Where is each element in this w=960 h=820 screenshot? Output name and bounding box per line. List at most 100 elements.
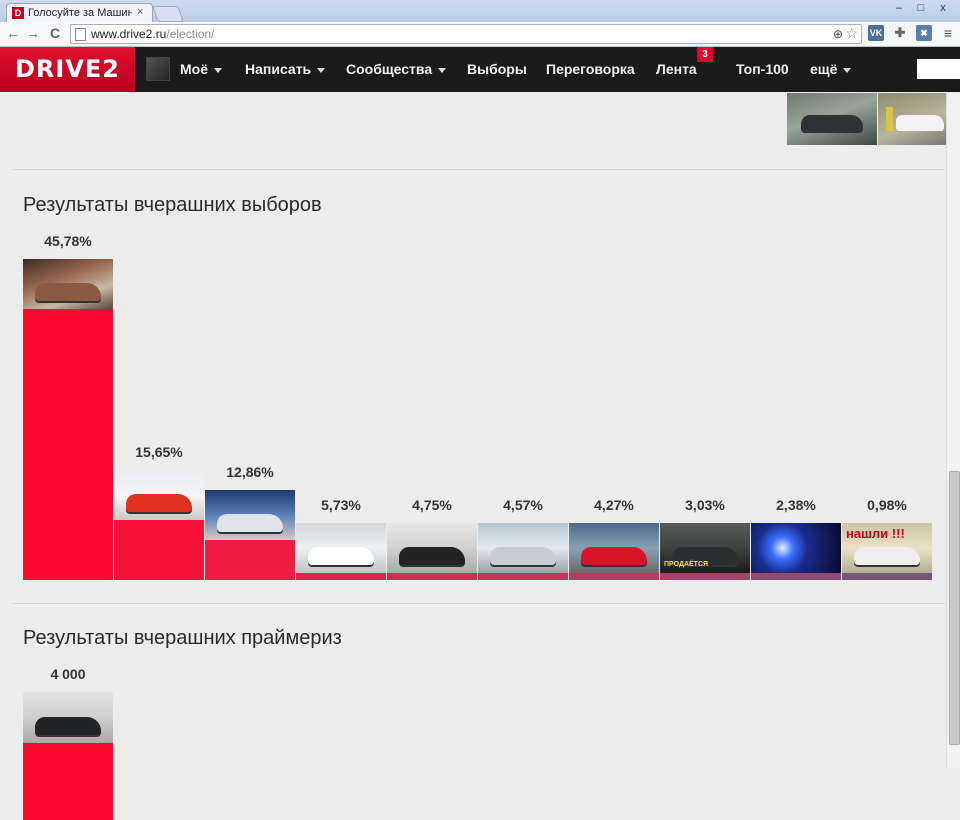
election-results-title: Результаты вчерашних выборов (23, 194, 322, 216)
nav-item-label: ещё (810, 61, 838, 77)
bar-fill (387, 573, 477, 580)
page-scrollbar[interactable] (946, 93, 960, 768)
feed-notification-badge: 3 (697, 47, 713, 62)
back-arrow-icon[interactable]: ← (6, 25, 20, 41)
bar-fill (478, 573, 568, 580)
nav-item-label: Переговорка (546, 61, 635, 77)
car-photo-thumbnail[interactable] (23, 259, 113, 309)
car-photo-thumbnail[interactable] (114, 470, 204, 521)
zoom-icon[interactable]: ⊕ (833, 25, 843, 43)
maximize-button[interactable]: □ (910, 2, 932, 14)
car-shape (35, 717, 101, 735)
nav-item-more[interactable]: ещё (810, 47, 852, 92)
nav-item-write[interactable]: Написать (245, 47, 326, 92)
nav-item-label: Моё (180, 61, 208, 77)
car-photo-thumbnail[interactable] (787, 93, 877, 145)
scrollbar-thumb[interactable] (949, 471, 960, 745)
car-photo-thumbnail[interactable]: ПРОДАЁТСЯ (660, 523, 750, 573)
section-divider (13, 603, 945, 604)
bar-fill (205, 539, 295, 580)
car-shape (308, 547, 374, 565)
car-photo-thumbnail[interactable]: нашли !!! (842, 523, 932, 573)
car-photo-thumbnail[interactable] (387, 523, 477, 573)
bar-fill (751, 573, 841, 580)
url-text: www.drive2.ru/election/ (91, 25, 214, 43)
bar-fill (23, 743, 113, 820)
primaries-results-title: Результаты вчерашних праймериз (23, 627, 342, 649)
bar-fill (296, 573, 386, 580)
car-shape (854, 547, 920, 565)
bar-fill (569, 573, 659, 580)
bar-value-label: 45,78% (44, 233, 92, 249)
browser-tab[interactable]: D Голосуйте за Машину дня × (6, 3, 153, 23)
nav-item-label: Выборы (467, 61, 527, 77)
section-divider (13, 169, 945, 170)
bar-value-label: 3,03% (685, 497, 725, 513)
car-shape (490, 547, 556, 565)
car-shape (581, 547, 647, 565)
nav-item-feed[interactable]: Лента (656, 47, 697, 92)
bar-value-label: 12,86% (226, 463, 274, 480)
page-icon (75, 28, 86, 41)
bookmark-star-icon[interactable]: ☆ (845, 24, 858, 42)
bar-value-label: 0,98% (867, 497, 907, 513)
address-bar[interactable]: www.drive2.ru/election/ ⊕ ☆ (70, 24, 862, 44)
car-photo-thumbnail[interactable] (205, 489, 295, 540)
vk-extension-icon[interactable]: VK (868, 25, 884, 41)
nav-item-label: Топ-100 (736, 61, 789, 77)
browser-toolbar: ← → C www.drive2.ru/election/ ⊕ ☆ VK ✚ ✖… (0, 22, 960, 47)
car-photo-thumbnail[interactable] (569, 523, 659, 573)
caret-down-icon (843, 67, 852, 73)
bar-value-label: 4,57% (503, 497, 543, 513)
caret-down-icon (214, 67, 222, 73)
nav-item-top100[interactable]: Топ-100 (736, 47, 789, 92)
car-photo-thumbnail[interactable] (751, 523, 841, 573)
nav-item-label: Лента (656, 61, 697, 77)
car-photo-thumbnail[interactable] (878, 93, 946, 145)
reload-icon[interactable]: C (50, 25, 60, 41)
drive2-logo[interactable]: DRIVE2 (0, 47, 135, 92)
photo-caption: нашли !!! (846, 526, 905, 541)
nav-item-label: Сообщества (346, 61, 433, 77)
window-titlebar: D Голосуйте за Машину дня × –□x (0, 0, 960, 23)
drive2-favicon-icon: D (12, 7, 24, 19)
photo-caption: ПРОДАЁТСЯ (664, 561, 709, 568)
close-window-button[interactable]: x (932, 2, 954, 14)
car-photo-thumbnail[interactable] (478, 523, 568, 573)
new-tab-button[interactable] (152, 6, 184, 22)
bar-value-label: 2,38% (776, 497, 816, 513)
tab-title: Голосуйте за Машину дня (28, 7, 132, 19)
bar-value-label: 15,65% (135, 444, 183, 461)
nav-item-elections[interactable]: Выборы (467, 47, 527, 92)
bar-fill (842, 573, 932, 580)
bar-value-label: 4 000 (50, 666, 86, 682)
window-controls: – □ x (888, 2, 954, 14)
car-photo-thumbnail[interactable] (296, 523, 386, 573)
url-host: www.drive2.ru (91, 27, 167, 41)
car-photo-thumbnail[interactable] (23, 692, 113, 743)
bar-value-label: 4,75% (412, 497, 452, 513)
url-path: /election/ (166, 27, 215, 41)
nav-item-communities[interactable]: Сообщества (346, 47, 447, 92)
nav-item-my[interactable]: Моё (180, 47, 222, 92)
nav-item-label: Написать (245, 61, 312, 77)
extension-icon[interactable]: ✖ (916, 25, 932, 41)
chrome-menu-icon[interactable]: ≡ (940, 25, 956, 41)
bar-fill (114, 520, 204, 580)
car-shape (217, 513, 283, 532)
search-input[interactable] (917, 59, 960, 79)
site-header: DRIVE2 Моё Написать Сообщества Выборы Пе… (0, 47, 960, 92)
puzzle-extension-icon[interactable]: ✚ (892, 25, 908, 41)
tab-close-icon[interactable]: × (137, 6, 143, 18)
user-avatar[interactable] (146, 57, 170, 81)
caret-down-icon (438, 67, 447, 73)
bar-value-label: 4,27% (594, 497, 634, 513)
bar-fill (660, 573, 750, 580)
nav-item-chat[interactable]: Переговорка (546, 47, 635, 92)
minimize-button[interactable]: – (888, 2, 910, 14)
caret-down-icon (317, 67, 326, 73)
car-shape (35, 283, 101, 301)
forward-arrow-icon[interactable]: → (26, 25, 40, 41)
car-shape (126, 494, 192, 513)
bar-fill (23, 309, 113, 580)
